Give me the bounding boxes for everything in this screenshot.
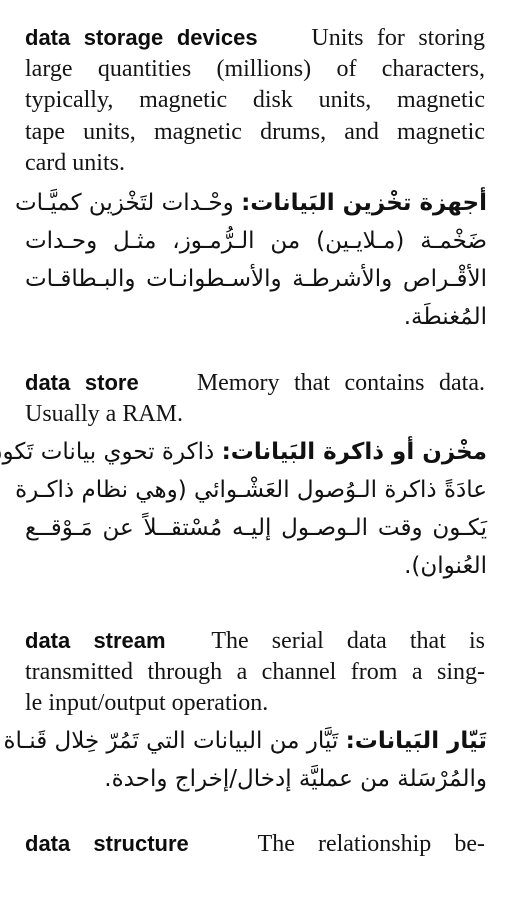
definition-text: Memory that contains data.	[196, 370, 485, 396]
arabic-line: عادَةً ذاكرة الـوُصول العَشْـوائي (وهي ن…	[15, 477, 487, 503]
arabic-term: تَيّار البَيانات:	[345, 728, 487, 754]
entry-term: data storage devices	[25, 25, 258, 50]
entry-term: data stream	[25, 628, 166, 653]
entry-data-stream-arabic: تَيّار البَيانات: تَيَّار من البيانات ال…	[3, 722, 487, 798]
entry-data-storage-devices-arabic: أجهزة تخْزين البَيانات: وحْـدات لتَخْزين…	[15, 184, 487, 336]
definition-line: data stream The serial data that is	[25, 625, 485, 657]
arabic-line: المُغنطَة.	[403, 304, 487, 330]
entry-data-store-arabic: مخْزن أو ذاكرة البَيانات: ذاكرة تحوي بيا…	[0, 433, 487, 585]
entry-term: data structure	[25, 831, 189, 856]
definition-text: The relationship be-	[257, 831, 485, 857]
definition-line: Usually a RAM.	[25, 400, 183, 427]
arabic-text: ذاكرة تحوي بيانات تَكون	[0, 439, 215, 465]
arabic-line: مخْزن أو ذاكرة البَيانات: ذاكرة تحوي بيا…	[0, 433, 487, 471]
arabic-text: وحْـدات لتَخْزين كميَّـات	[14, 190, 234, 216]
entry-data-storage-devices-english: data storage devices Units for storing l…	[25, 22, 485, 180]
definition-text: The serial data that is	[211, 628, 485, 654]
arabic-line: العُنوان).	[404, 553, 487, 579]
arabic-line: أجهزة تخْزين البَيانات: وحْـدات لتَخْزين…	[15, 184, 487, 222]
entry-data-stream-english: data stream The serial data that is tran…	[25, 625, 485, 720]
definition-line: tape units, magnetic drums, and magnetic	[25, 118, 485, 145]
arabic-line: والمُرْسَلة من عمليَّة إدخال/إخراج واحدة…	[104, 766, 487, 792]
dictionary-page: data storage devices Units for storing l…	[0, 0, 519, 900]
arabic-term: مخْزن أو ذاكرة البَيانات:	[221, 439, 487, 465]
definition-line: card units.	[25, 150, 125, 176]
entry-data-structure-english: data structure The relationship be-	[25, 828, 485, 860]
definition-line: transmitted through a channel from a sin…	[25, 658, 485, 685]
arabic-line: تَيّار البَيانات: تَيَّار من البيانات ال…	[3, 722, 487, 760]
arabic-line: يَكـون وقت الـوصـول إليـه مُسْتقــلاً عن…	[25, 515, 487, 541]
entry-term: data store	[25, 370, 139, 395]
arabic-text: تَيَّار من البيانات التي تَمُرّ خِلال قَ…	[3, 728, 339, 754]
definition-text: Units for storing	[311, 25, 485, 51]
definition-line: le input/output operation.	[25, 690, 269, 716]
definition-line: data storage devices Units for storing	[25, 22, 485, 54]
arabic-term: أجهزة تخْزين البَيانات:	[241, 190, 487, 216]
arabic-line: الأقْـراص والأشرطـة والأسـطوانـات والبـط…	[25, 266, 487, 292]
definition-line: data structure The relationship be-	[25, 828, 485, 860]
definition-line: data store Memory that contains data.	[25, 367, 485, 399]
definition-line: typically, magnetic disk units, magnetic	[25, 87, 485, 113]
entry-data-store-english: data store Memory that contains data. Us…	[25, 367, 485, 430]
arabic-line: ضَخْمـة (مـلايـين) من الـرُّمـوز، مثـل و…	[25, 228, 487, 254]
definition-line: large quantities (millions) of character…	[25, 55, 485, 82]
